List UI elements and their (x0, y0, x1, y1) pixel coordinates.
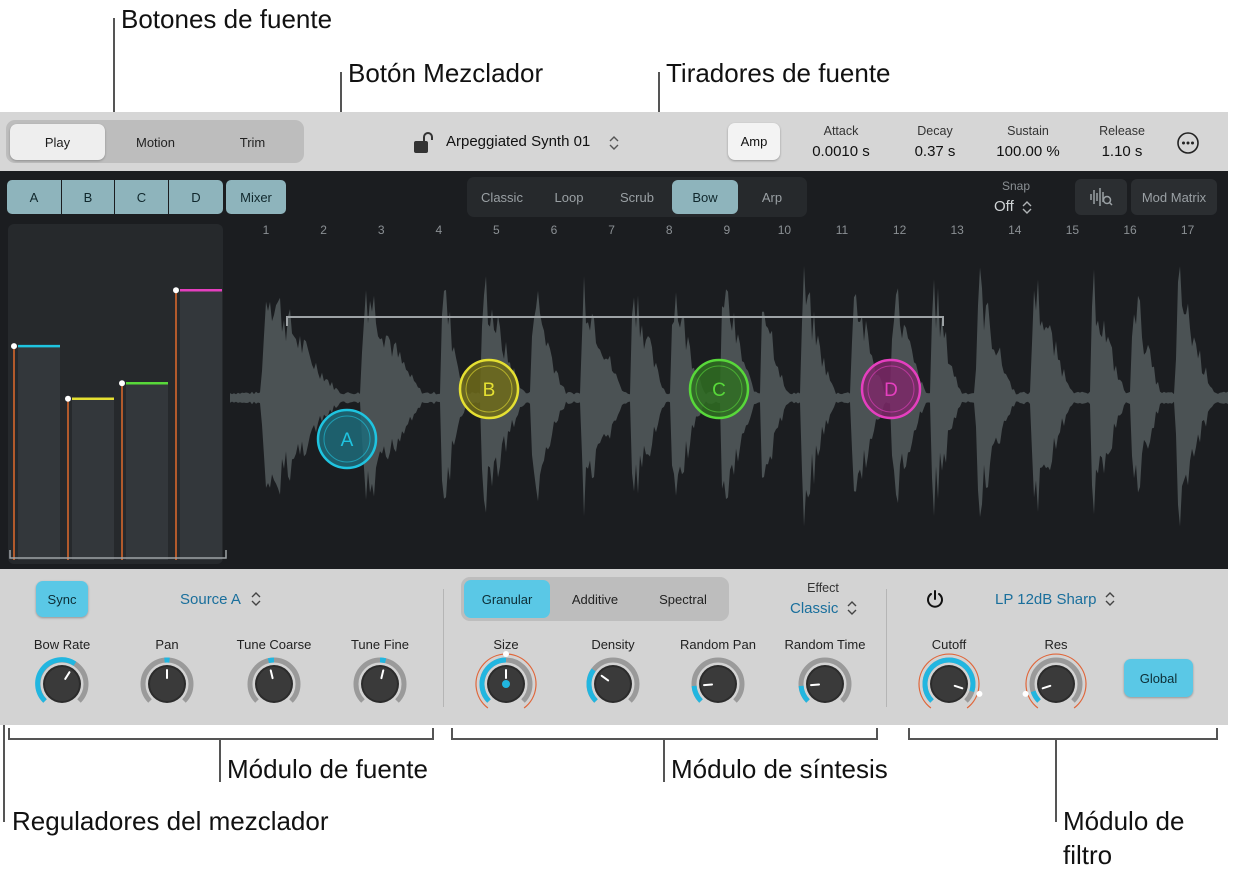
source-handles[interactable]: A B C D (0, 171, 1228, 569)
release-value[interactable]: 1.10 s (1084, 143, 1160, 160)
mode-motion[interactable]: Motion (108, 124, 203, 160)
chevron-updown-icon[interactable] (608, 135, 620, 151)
callout-mixer-faders: Reguladores del mezclador (12, 806, 329, 836)
preset-name[interactable]: Arpeggiated Synth 01 (446, 133, 590, 150)
source-handle-c[interactable]: C (688, 358, 750, 420)
lock-open-icon[interactable] (413, 132, 437, 154)
release-label: Release (1099, 124, 1145, 138)
pan-knob[interactable] (140, 657, 194, 703)
callout-bracket (876, 728, 878, 740)
callout-filter-module-2: filtro (1063, 840, 1113, 870)
callout-bracket (908, 738, 1218, 740)
callout-mixer-button: Botón Mezclador (348, 58, 544, 88)
source-handle-d[interactable]: D (860, 358, 922, 420)
callout-bracket (1216, 728, 1218, 740)
source-handle-label: D (884, 380, 898, 401)
source-handle-label: A (341, 430, 354, 451)
random-pan-knob[interactable] (691, 657, 745, 703)
plugin-window: Play Motion Trim Arpeggiated Synth 01 Am… (0, 112, 1228, 725)
source-handle-label: C (712, 380, 726, 401)
amp-button[interactable]: Amp (728, 123, 780, 160)
callout-bracket (8, 738, 434, 740)
callout-bracket (451, 728, 453, 740)
decay-label: Decay (917, 124, 953, 138)
source-area: A B C D Mixer Classic Loop Scrub Bow Arp… (0, 171, 1228, 569)
callout-line (663, 738, 665, 782)
decay-value[interactable]: 0.37 s (895, 143, 975, 160)
cutoff-knob[interactable] (918, 653, 983, 709)
knob-layer (35, 651, 1087, 709)
callout-filter-module: Módulo de (1063, 806, 1185, 836)
sustain-label: Sustain (1007, 124, 1049, 138)
res-knob[interactable] (1022, 653, 1087, 709)
callout-bracket (908, 728, 910, 740)
random-time-knob[interactable] (798, 657, 852, 703)
attack-value[interactable]: 0.0010 s (800, 143, 882, 160)
tune-coarse-knob[interactable] (247, 657, 301, 703)
callout-bracket (8, 728, 10, 740)
callout-synthesis-module: Módulo de síntesis (671, 754, 888, 784)
top-bar: Play Motion Trim Arpeggiated Synth 01 Am… (0, 112, 1228, 171)
more-options-icon[interactable] (1176, 131, 1200, 155)
mode-play[interactable]: Play (10, 124, 105, 160)
source-handle-b[interactable]: B (458, 358, 520, 420)
callout-source-handles: Tiradores de fuente (666, 58, 891, 88)
source-handle-label: B (483, 380, 496, 401)
density-knob[interactable] (586, 657, 640, 703)
mode-trim[interactable]: Trim (205, 124, 300, 160)
callout-source-buttons: Botones de fuente (121, 4, 333, 34)
callout-bracket (432, 728, 434, 740)
sustain-value[interactable]: 100.00 % (985, 143, 1071, 160)
size-knob[interactable] (475, 651, 537, 709)
attack-label: Attack (823, 124, 859, 138)
callout-source-module: Módulo de fuente (227, 754, 428, 784)
callout-line (1055, 738, 1057, 822)
bow-rate-knob[interactable] (35, 657, 89, 703)
source-handle-a[interactable]: A (316, 408, 378, 470)
tune-fine-knob[interactable] (353, 657, 407, 703)
module-panel: Sync Source A Bow Rate Pan Tune Coarse T… (0, 569, 1228, 725)
callout-line (219, 738, 221, 782)
